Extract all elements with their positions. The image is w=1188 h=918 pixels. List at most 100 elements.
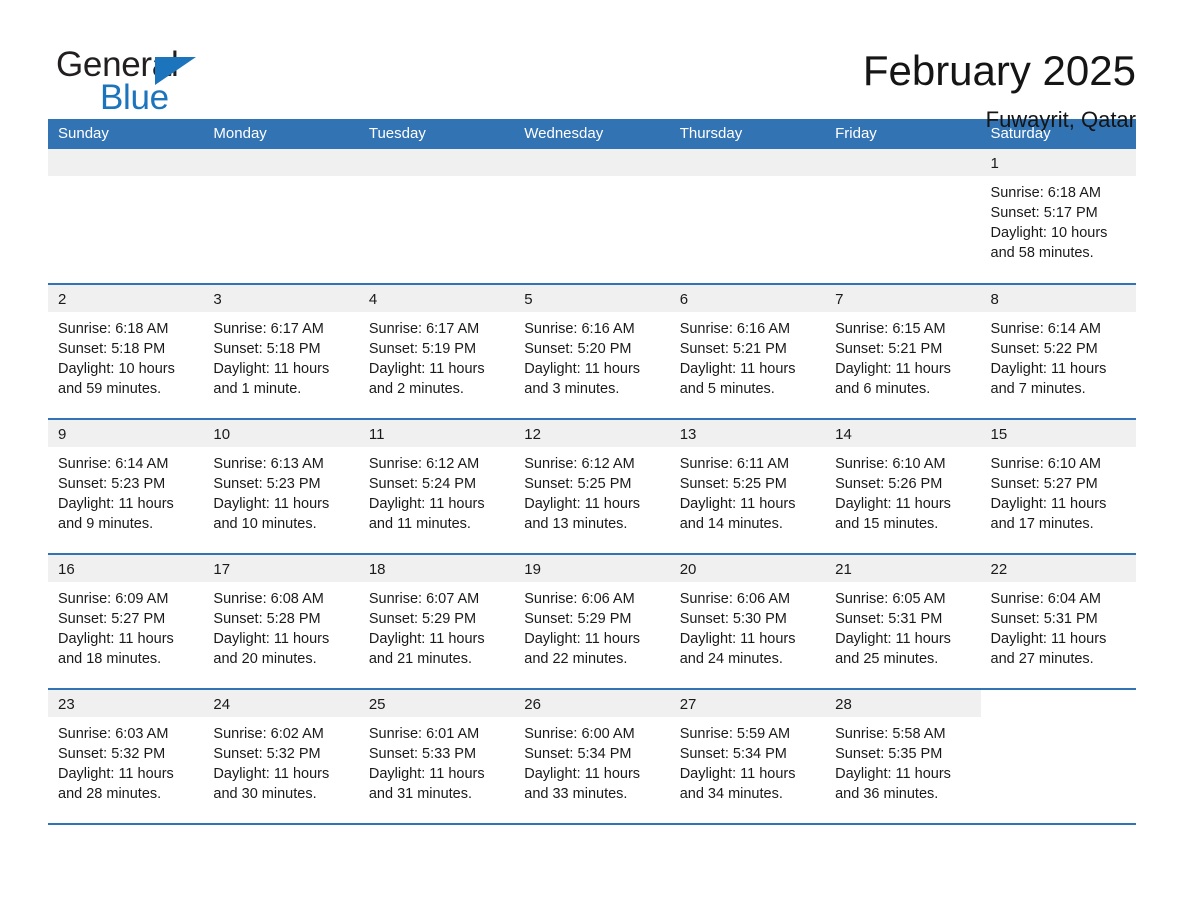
daylight-text-line2: and 9 minutes.: [58, 516, 154, 532]
day-number: 25: [358, 690, 515, 717]
day-number: [669, 149, 826, 176]
daylight-text-line1: Daylight: 11 hours: [368, 361, 485, 377]
day-number: 27: [669, 690, 826, 717]
sunset-text: Sunset: 5:25 PM: [524, 476, 632, 492]
calendar-cell[interactable]: 9 Sunrise: 6:14 AM Sunset: 5:23 PM Daylight…: [48, 418, 204, 554]
day-info: Sunrise: 6:15 AM Sunset: 5:21 PM Daylight:…: [825, 312, 980, 399]
daylight-text-line1: Daylight: 11 hours: [990, 496, 1107, 512]
day-info: [670, 176, 825, 183]
sunset-text: Sunset: 5:18 PM: [213, 341, 321, 357]
day-info: Sunrise: 6:07 AM Sunset: 5:29 PM Daylight:…: [359, 582, 514, 669]
calendar-cell[interactable]: 6 Sunrise: 6:16 AM Sunset: 5:21 PM Daylight…: [669, 283, 826, 419]
calendar-cell[interactable]: 10 Sunrise: 6:13 AM Sunset: 5:23 PM Dayligh…: [203, 418, 359, 554]
daylight-text-line1: Daylight: 11 hours: [524, 766, 641, 782]
calendar-cell[interactable]: 25 Sunrise: 6:01 AM Sunset: 5:33 PM Dayligh…: [358, 688, 515, 825]
daylight-text-line2: and 3 minutes.: [524, 381, 620, 397]
calendar-cell[interactable]: 15 Sunrise: 6:10 AM Sunset: 5:27 PM Dayligh…: [980, 418, 1136, 554]
calendar-week-row: 23 Sunrise: 6:03 AM Sunset: 5:32 PM Dayligh…: [48, 688, 1136, 825]
sunset-text: Sunset: 5:26 PM: [835, 476, 943, 492]
sunrise-text: Sunrise: 5:59 AM: [679, 726, 791, 742]
sunset-text: Sunset: 5:19 PM: [368, 341, 477, 357]
day-number: [981, 690, 1136, 717]
day-info: Sunrise: 6:06 AM Sunset: 5:29 PM Daylight:…: [514, 582, 669, 669]
daylight-text-line2: and 5 minutes.: [679, 381, 775, 397]
calendar-cell[interactable]: 27 Sunrise: 5:59 AM Sunset: 5:34 PM Dayligh…: [669, 688, 826, 825]
calendar-cell[interactable]: 5 Sunrise: 6:16 AM Sunset: 5:20 PM Daylight…: [514, 283, 670, 419]
day-number: 7: [825, 285, 981, 312]
calendar-cell[interactable]: 19 Sunrise: 6:06 AM Sunset: 5:29 PM Dayligh…: [514, 553, 670, 689]
calendar-cell[interactable]: 2 Sunrise: 6:18 AM Sunset: 5:18 PM Daylight…: [48, 283, 204, 419]
sunrise-text: Sunrise: 6:14 AM: [58, 456, 169, 472]
sunset-text: Sunset: 5:29 PM: [524, 611, 632, 627]
day-info: Sunrise: 6:03 AM Sunset: 5:32 PM Daylight:…: [48, 717, 203, 804]
sunset-text: Sunset: 5:32 PM: [58, 746, 166, 762]
calendar-cell[interactable]: [203, 149, 359, 284]
page-title: February 2025: [862, 47, 1136, 94]
calendar-week-row: 2 Sunrise: 6:18 AM Sunset: 5:18 PM Daylight…: [48, 283, 1136, 419]
calendar-cell[interactable]: [48, 149, 204, 284]
sunrise-text: Sunrise: 6:06 AM: [524, 591, 635, 607]
calendar-cell[interactable]: 23 Sunrise: 6:03 AM Sunset: 5:32 PM Dayligh…: [48, 688, 204, 825]
day-number: 14: [825, 420, 981, 447]
calendar-week-row: 1 Sunrise: 6:18 AM Sunset: 5:17 PM Daylight…: [48, 149, 1136, 284]
daylight-text-line2: and 24 minutes.: [679, 651, 783, 667]
calendar-cell[interactable]: 13 Sunrise: 6:11 AM Sunset: 5:25 PM Dayligh…: [669, 418, 826, 554]
calendar-cell[interactable]: 22 Sunrise: 6:04 AM Sunset: 5:31 PM Dayligh…: [980, 553, 1136, 689]
calendar-cell[interactable]: 24 Sunrise: 6:02 AM Sunset: 5:32 PM Dayligh…: [203, 688, 359, 825]
daylight-text-line1: Daylight: 11 hours: [990, 631, 1107, 647]
calendar-cell[interactable]: [514, 149, 670, 284]
calendar-cell[interactable]: 20 Sunrise: 6:06 AM Sunset: 5:30 PM Dayligh…: [669, 553, 826, 689]
calendar-cell[interactable]: 18 Sunrise: 6:07 AM Sunset: 5:29 PM Dayligh…: [358, 553, 515, 689]
sunrise-text: Sunrise: 6:04 AM: [990, 591, 1101, 607]
weekday-header-wednesday: Wednesday: [514, 119, 670, 149]
day-number: 15: [980, 420, 1136, 447]
day-number: [825, 149, 981, 176]
daylight-text-line2: and 31 minutes.: [368, 786, 473, 802]
calendar-cell[interactable]: 21 Sunrise: 6:05 AM Sunset: 5:31 PM Dayligh…: [825, 553, 981, 689]
day-number: [514, 149, 670, 176]
daylight-text-line1: Daylight: 10 hours: [58, 361, 175, 377]
day-info: Sunrise: 6:14 AM Sunset: 5:23 PM Daylight:…: [48, 447, 203, 534]
calendar-cell[interactable]: 17 Sunrise: 6:08 AM Sunset: 5:28 PM Dayligh…: [203, 553, 359, 689]
calendar-cell[interactable]: 14 Sunrise: 6:10 AM Sunset: 5:26 PM Dayligh…: [825, 418, 981, 554]
daylight-text-line1: Daylight: 11 hours: [213, 496, 330, 512]
daylight-text-line1: Daylight: 11 hours: [58, 766, 174, 782]
calendar-cell[interactable]: [980, 688, 1136, 825]
day-info: [825, 176, 980, 183]
day-info: Sunrise: 6:16 AM Sunset: 5:21 PM Daylight:…: [670, 312, 825, 399]
day-number: 19: [514, 555, 670, 582]
calendar-cell[interactable]: 4 Sunrise: 6:17 AM Sunset: 5:19 PM Daylight…: [358, 283, 515, 419]
sunrise-text: Sunrise: 6:15 AM: [835, 321, 946, 337]
calendar-cell[interactable]: 7 Sunrise: 6:15 AM Sunset: 5:21 PM Daylight…: [825, 283, 981, 419]
sunrise-text: Sunrise: 5:58 AM: [835, 726, 946, 742]
calendar-cell[interactable]: 12 Sunrise: 6:12 AM Sunset: 5:25 PM Dayligh…: [514, 418, 670, 554]
day-number: 21: [825, 555, 981, 582]
daylight-text-line2: and 15 minutes.: [835, 516, 939, 532]
sunset-text: Sunset: 5:29 PM: [368, 611, 477, 627]
calendar-cell[interactable]: 8 Sunrise: 6:14 AM Sunset: 5:22 PM Daylight…: [980, 283, 1136, 419]
calendar-cell[interactable]: 26 Sunrise: 6:00 AM Sunset: 5:34 PM Dayligh…: [514, 688, 670, 825]
sunset-text: Sunset: 5:33 PM: [368, 746, 477, 762]
sunrise-text: Sunrise: 6:17 AM: [213, 321, 324, 337]
sunrise-text: Sunrise: 6:16 AM: [679, 321, 791, 337]
calendar-cell[interactable]: 3 Sunrise: 6:17 AM Sunset: 5:18 PM Daylight…: [203, 283, 359, 419]
calendar-cell[interactable]: [669, 149, 826, 284]
day-number: 10: [203, 420, 359, 447]
daylight-text-line2: and 27 minutes.: [990, 651, 1094, 667]
calendar-cell[interactable]: 28 Sunrise: 5:58 AM Sunset: 5:35 PM Dayligh…: [825, 688, 981, 825]
weekday-header-sunday: Sunday: [48, 119, 204, 149]
calendar-cell[interactable]: 16 Sunrise: 6:09 AM Sunset: 5:27 PM Dayligh…: [48, 553, 204, 689]
day-info: Sunrise: 5:59 AM Sunset: 5:34 PM Daylight:…: [670, 717, 825, 804]
sunrise-sunset-calendar: Sunday Monday Tuesday Wednesday Thursday…: [48, 119, 1136, 825]
day-info: Sunrise: 6:00 AM Sunset: 5:34 PM Daylight:…: [514, 717, 669, 804]
calendar-cell[interactable]: [825, 149, 981, 284]
day-number: 23: [48, 690, 204, 717]
calendar-cell[interactable]: 11 Sunrise: 6:12 AM Sunset: 5:24 PM Dayligh…: [358, 418, 515, 554]
sunset-text: Sunset: 5:22 PM: [990, 341, 1098, 357]
sunrise-text: Sunrise: 6:12 AM: [524, 456, 635, 472]
sunset-text: Sunset: 5:23 PM: [213, 476, 321, 492]
calendar-cell[interactable]: 1 Sunrise: 6:18 AM Sunset: 5:17 PM Daylight…: [980, 149, 1136, 284]
calendar-cell[interactable]: [358, 149, 515, 284]
daylight-text-line1: Daylight: 10 hours: [990, 225, 1108, 241]
sunset-text: Sunset: 5:31 PM: [990, 611, 1098, 627]
